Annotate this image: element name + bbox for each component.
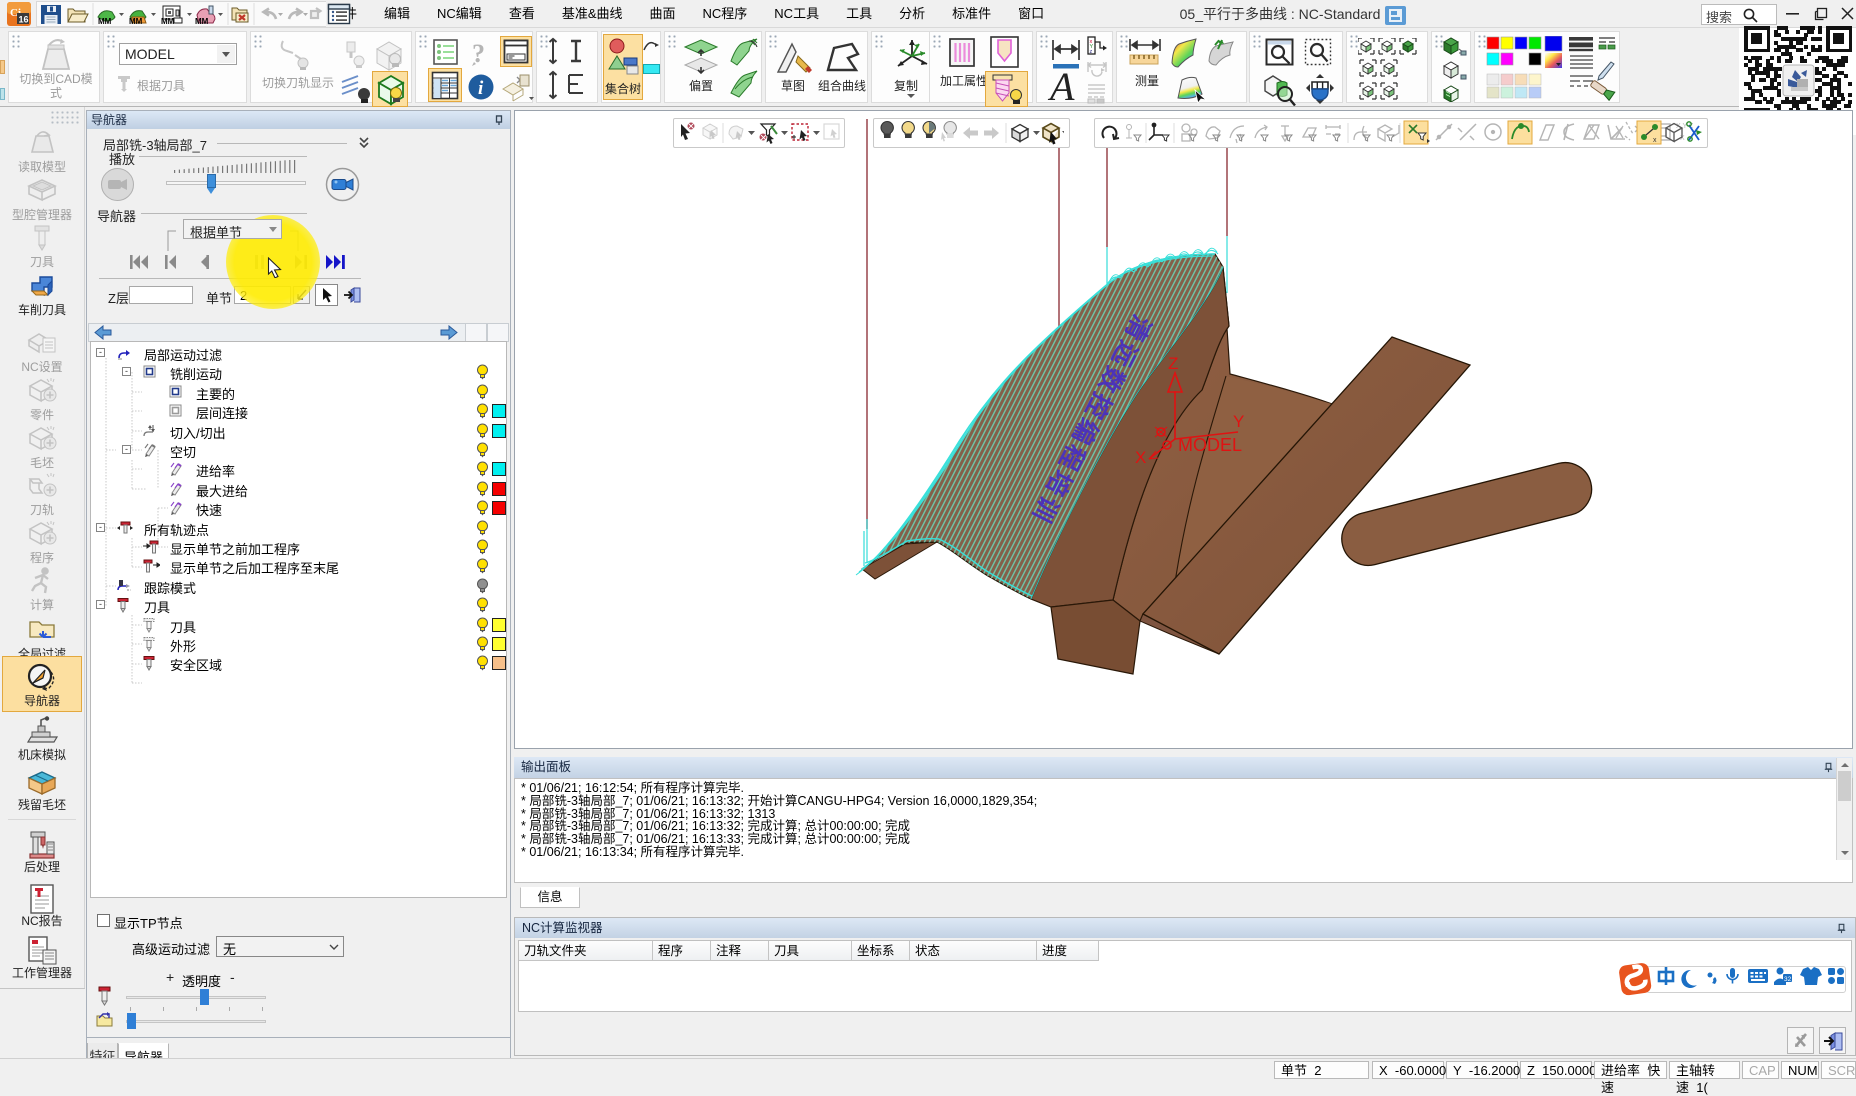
svg-text:x: x — [1653, 137, 1657, 144]
svg-text:MM: MM — [98, 17, 112, 26]
svg-text:z: z — [1090, 49, 1093, 55]
svg-text:i: i — [478, 78, 484, 99]
svg-text:Y: Y — [1233, 412, 1244, 431]
svg-text:MM: MM — [161, 17, 175, 26]
svg-text:MM: MM — [195, 17, 209, 26]
svg-text:MODEL: MODEL — [1178, 435, 1242, 455]
svg-text:?: ? — [472, 39, 485, 66]
svg-text:32: 32 — [1784, 976, 1792, 983]
svg-text:X: X — [1135, 448, 1146, 467]
svg-text:Z: Z — [1168, 354, 1178, 373]
svg-text:16: 16 — [19, 15, 29, 25]
svg-text:MM: MM — [129, 17, 143, 26]
